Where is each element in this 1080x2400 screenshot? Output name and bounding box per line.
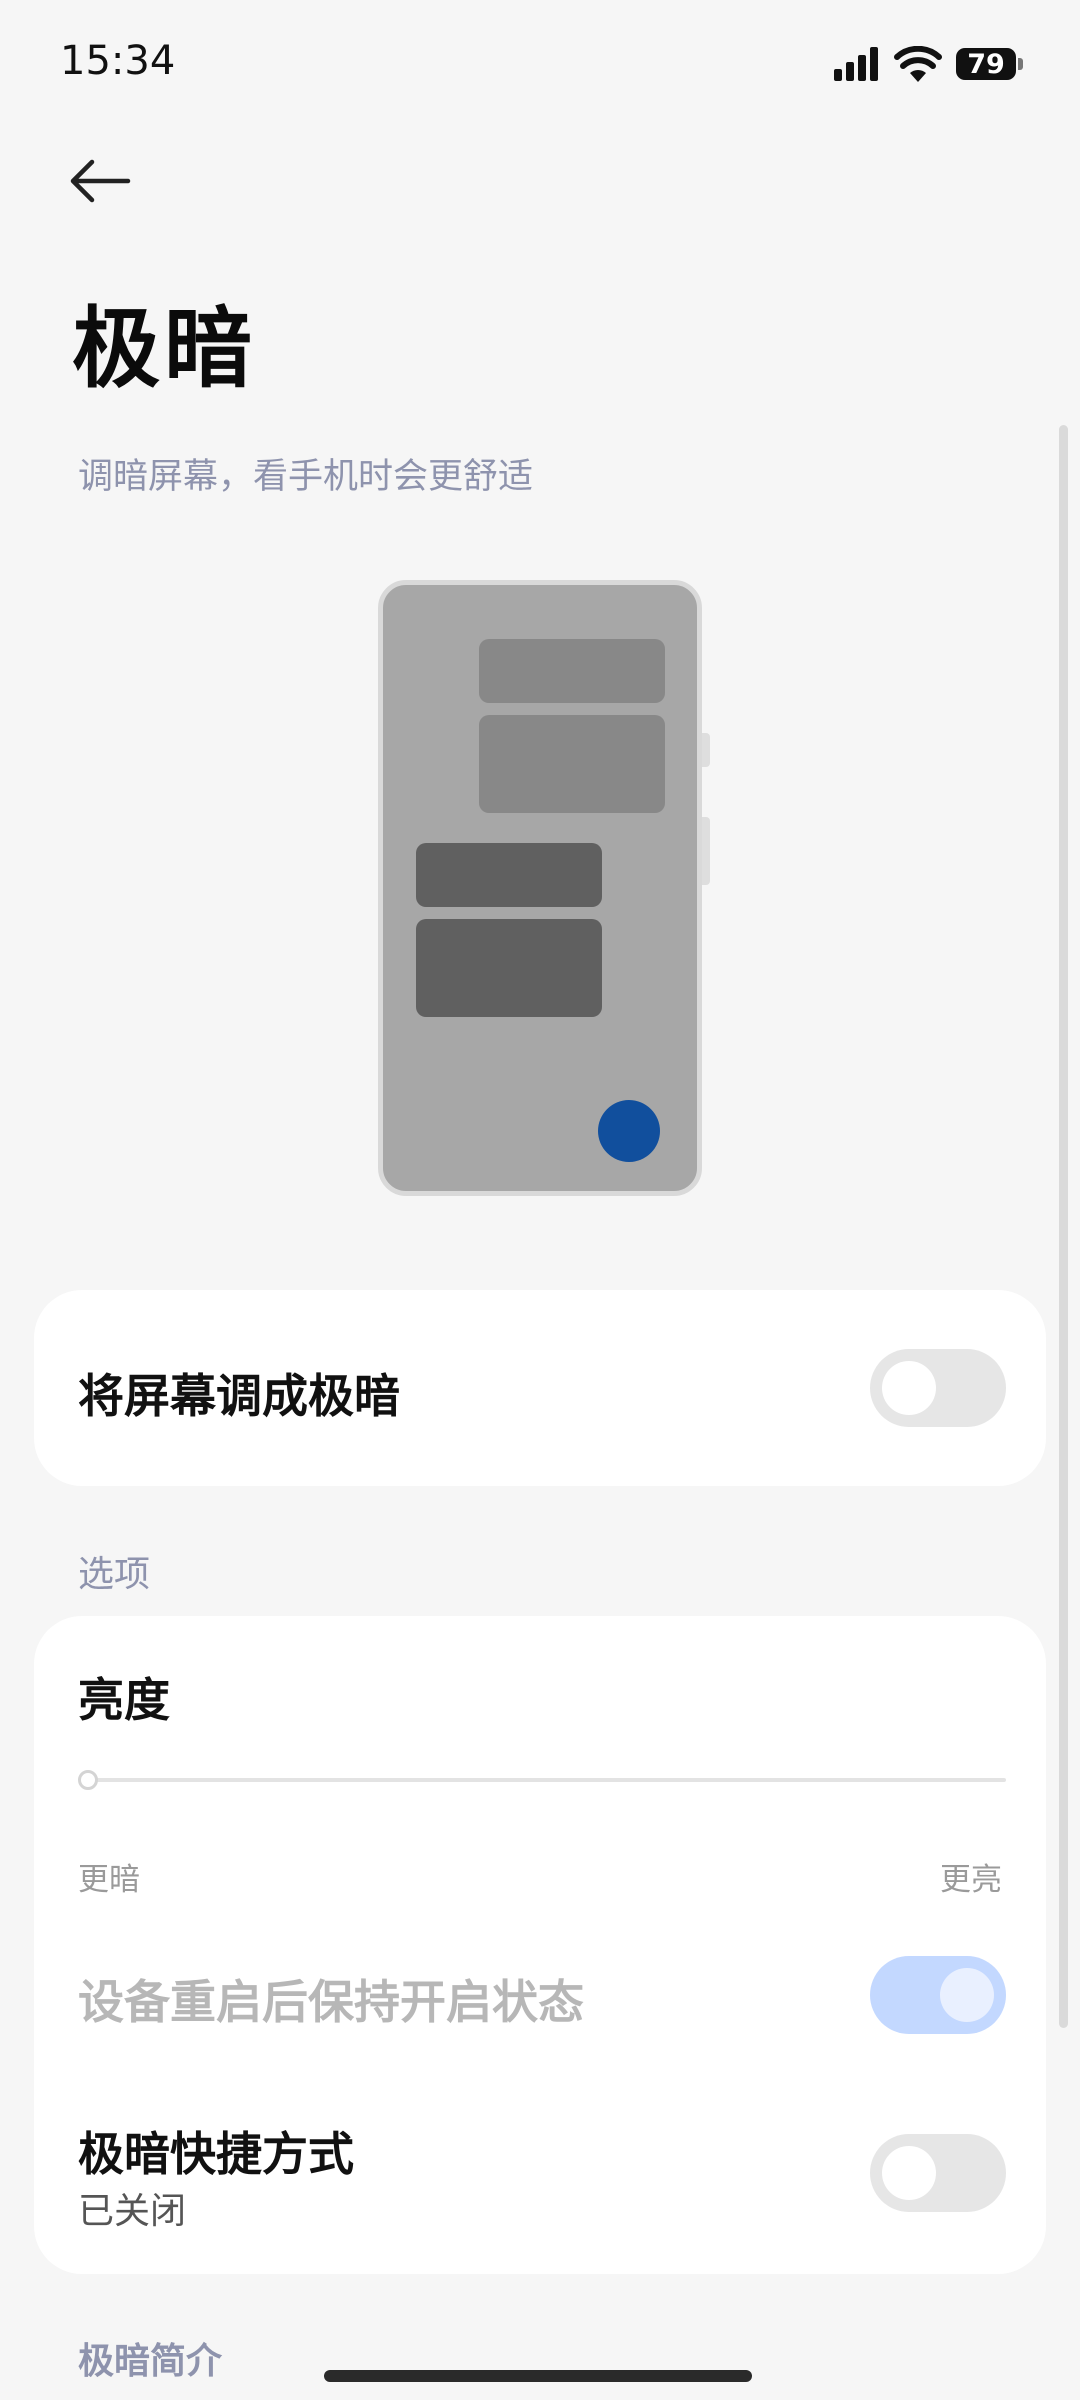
status-time: 15:34 xyxy=(60,38,176,84)
main-toggle-label: 将屏幕调成极暗 xyxy=(78,1369,400,1423)
home-indicator[interactable] xyxy=(324,2370,752,2382)
options-card: 亮度 更暗 更亮 设备重启后保持开启状态 极暗快捷方式 已关闭 xyxy=(34,1616,1046,2274)
intro-section-label: 极暗简介 xyxy=(78,2341,223,2382)
back-button[interactable] xyxy=(68,145,154,217)
brightness-max-label: 更亮 xyxy=(940,1862,1002,1898)
back-arrow-icon xyxy=(70,159,131,203)
brightness-min-label: 更暗 xyxy=(78,1862,140,1898)
battery-level: 79 xyxy=(967,48,1005,80)
shortcut-toggle[interactable] xyxy=(870,2134,1006,2212)
scrollbar[interactable] xyxy=(1059,425,1068,2028)
options-section-label: 选项 xyxy=(78,1554,151,1595)
shortcut-label: 极暗快捷方式 xyxy=(78,2127,354,2181)
brightness-label: 亮度 xyxy=(78,1673,170,1727)
status-icons: 79 xyxy=(834,44,1023,84)
page-title: 极暗 xyxy=(72,297,257,400)
brightness-slider[interactable] xyxy=(78,1760,1006,1800)
signal-icon xyxy=(834,47,878,81)
keep-after-restart-toggle[interactable] xyxy=(870,1956,1006,2034)
wifi-icon xyxy=(894,46,942,82)
main-toggle-card: 将屏幕调成极暗 xyxy=(34,1290,1046,1486)
brightness-slider-thumb[interactable] xyxy=(78,1770,98,1790)
preview-floating-dot xyxy=(598,1100,660,1162)
page-subtitle: 调暗屏幕，看手机时会更舒适 xyxy=(78,457,534,497)
brightness-slider-track xyxy=(88,1778,1006,1782)
dim-preview-illustration xyxy=(378,580,710,1196)
shortcut-status: 已关闭 xyxy=(78,2191,187,2232)
extra-dim-toggle[interactable] xyxy=(870,1349,1006,1427)
battery-icon: 79 xyxy=(956,48,1023,80)
keep-after-restart-label: 设备重启后保持开启状态 xyxy=(78,1975,584,2029)
